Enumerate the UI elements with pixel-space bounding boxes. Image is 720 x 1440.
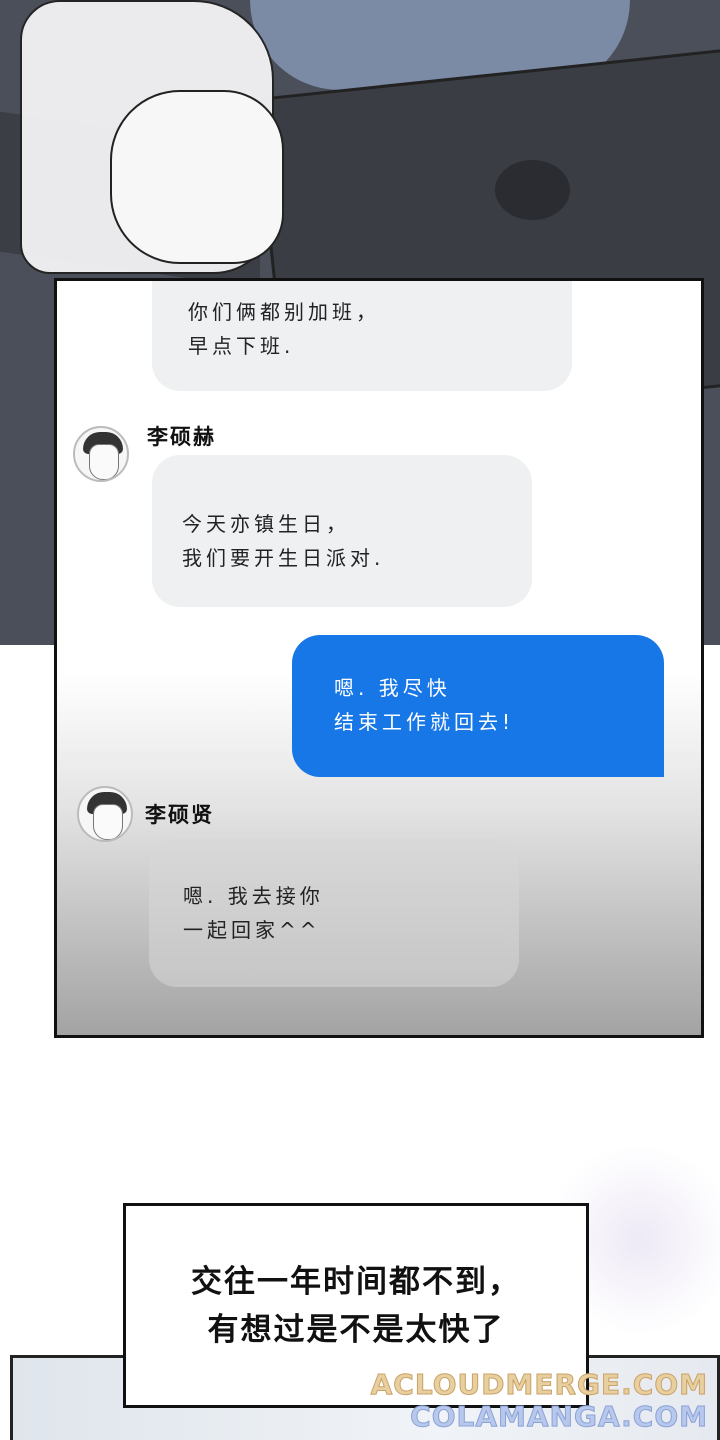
avatar-icon-sender-1: [73, 426, 129, 482]
message-bubble-2: 今天亦镇生日， 我们要开生日派对.: [152, 455, 532, 607]
message-bubble-4: 嗯. 我去接你 一起回家^^: [149, 839, 519, 987]
watermark-line-2: COLAMANGA.COM: [410, 1400, 708, 1434]
sender-name-1: 李硕赫: [147, 425, 216, 449]
message-bubble-3: 嗯. 我尽快 结束工作就回去!: [292, 635, 664, 777]
caption-line-2: 有想过是不是太快了: [207, 1311, 505, 1348]
caption-line-1: 交往一年时间都不到，: [191, 1263, 521, 1300]
sender-name-2: 李硕贤: [145, 803, 214, 827]
avatar-icon-sender-2: [77, 786, 133, 842]
phone-chat-screen: 你们俩都别加班， 早点下班. 李硕赫 今天亦镇生日， 我们要开生日派对. 嗯. …: [54, 278, 704, 1038]
message-bubble-1: 你们俩都别加班， 早点下班.: [152, 281, 572, 391]
watermark-line-1: ACLOUDMERGE.COM: [370, 1368, 708, 1402]
laptop-logo-icon: [495, 160, 570, 220]
hand-illustration-2: [110, 90, 284, 264]
